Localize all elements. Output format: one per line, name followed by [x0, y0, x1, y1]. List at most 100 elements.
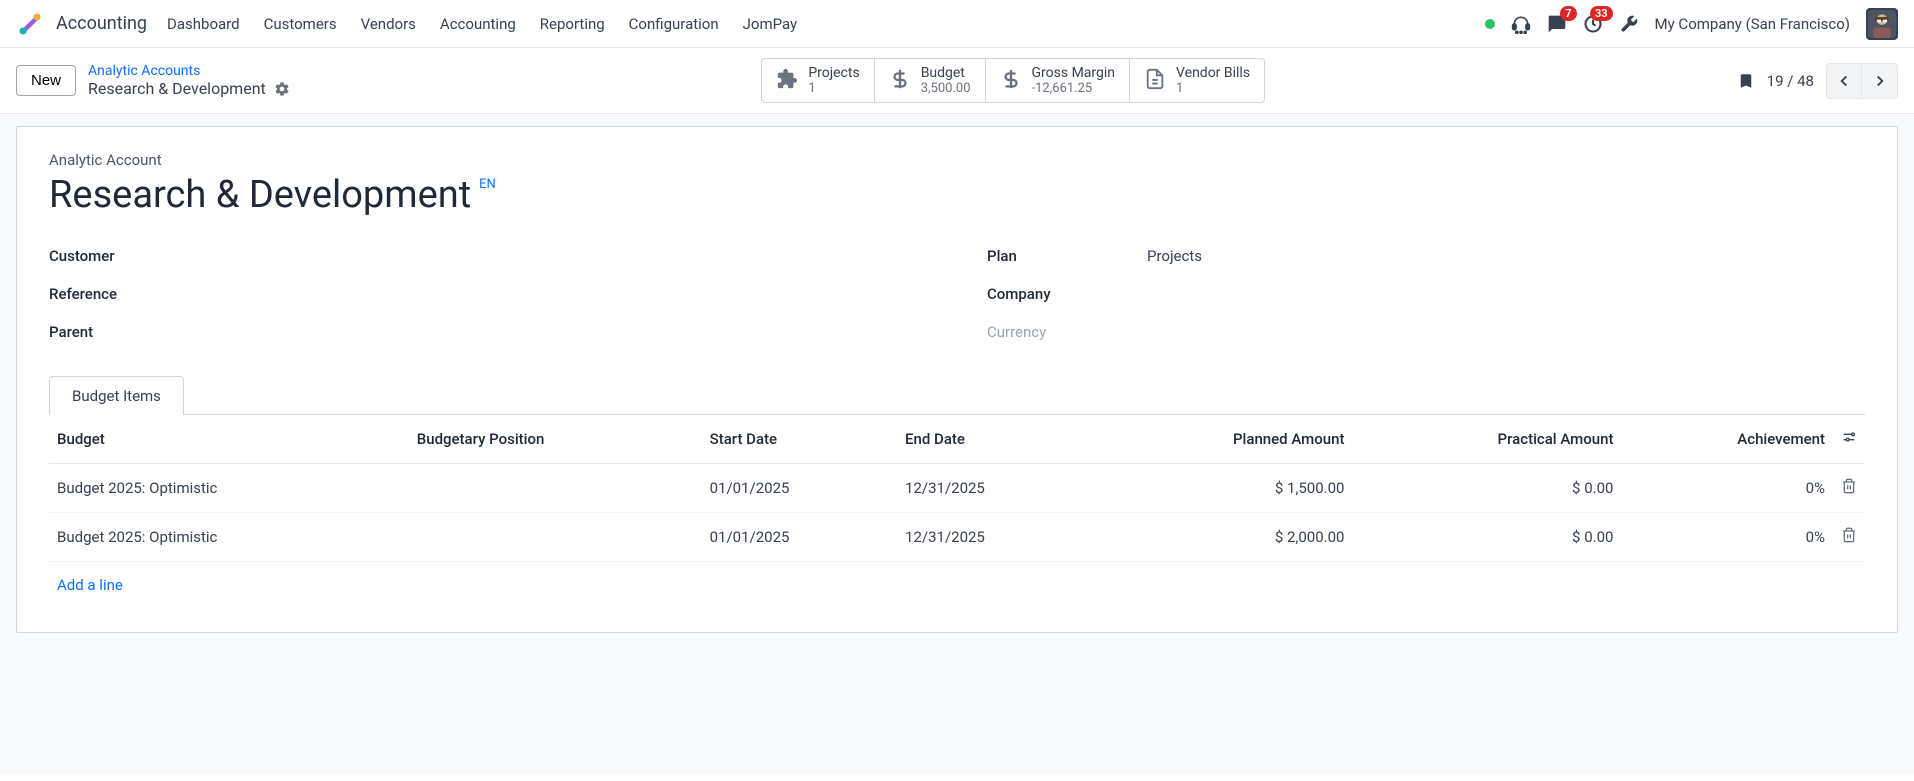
cell-planned[interactable]: $ 2,000.00: [1092, 513, 1352, 562]
budget-table: Budget Budgetary Position Start Date End…: [49, 415, 1865, 608]
sheet-background: Analytic Account Research & Development …: [0, 114, 1914, 775]
messages-icon[interactable]: 7: [1547, 14, 1567, 34]
cell-achievement[interactable]: 0%: [1621, 464, 1833, 513]
dollar-icon: [1000, 68, 1022, 94]
stat-bills-value: 1: [1176, 81, 1250, 96]
field-customer[interactable]: Customer: [49, 237, 927, 275]
nav-vendors[interactable]: Vendors: [361, 15, 416, 33]
activities-icon[interactable]: 33: [1583, 14, 1603, 34]
pager-next-button[interactable]: [1862, 63, 1898, 99]
messages-badge: 7: [1560, 6, 1576, 21]
nav-right: 7 33 My Company (San Francisco): [1485, 8, 1898, 40]
status-dot-icon[interactable]: [1485, 19, 1495, 29]
stat-margin-value: -12,661.25: [1032, 81, 1116, 96]
table-header-row: Budget Budgetary Position Start Date End…: [49, 415, 1865, 464]
new-button[interactable]: New: [16, 65, 76, 96]
cell-budget[interactable]: Budget 2025: Optimistic: [49, 513, 409, 562]
cell-end[interactable]: 12/31/2025: [897, 513, 1092, 562]
activities-badge: 33: [1590, 6, 1613, 21]
th-planned[interactable]: Planned Amount: [1092, 415, 1352, 464]
cell-position[interactable]: [409, 464, 702, 513]
field-reference-label: Reference: [49, 285, 209, 303]
dollar-icon: [889, 68, 911, 94]
field-reference[interactable]: Reference: [49, 275, 927, 313]
gear-icon[interactable]: [274, 81, 290, 97]
pager-counter[interactable]: 19 / 48: [1767, 72, 1814, 90]
field-plan-value: Projects: [1147, 247, 1202, 265]
th-start[interactable]: Start Date: [702, 415, 897, 464]
stat-projects-label: Projects: [808, 65, 859, 81]
field-currency[interactable]: Currency: [987, 313, 1865, 351]
cell-practical[interactable]: $ 0.00: [1352, 464, 1621, 513]
trash-icon[interactable]: [1841, 480, 1857, 498]
puzzle-icon: [776, 68, 798, 94]
nav-dashboard[interactable]: Dashboard: [167, 15, 240, 33]
field-company[interactable]: Company: [987, 275, 1865, 313]
th-options[interactable]: [1833, 415, 1865, 464]
stat-vendor-bills[interactable]: Vendor Bills 1: [1130, 59, 1264, 102]
th-practical[interactable]: Practical Amount: [1352, 415, 1621, 464]
cell-end[interactable]: 12/31/2025: [897, 464, 1092, 513]
stat-projects-value: 1: [808, 81, 859, 96]
language-badge[interactable]: EN: [479, 177, 496, 192]
stat-boxes: Projects 1 Budget 3,500.00 Gross Margin …: [761, 58, 1265, 103]
chevron-left-icon: [1835, 72, 1853, 90]
add-line-row[interactable]: Add a line: [49, 562, 1865, 609]
field-parent-label: Parent: [49, 323, 209, 341]
tools-icon[interactable]: [1619, 14, 1639, 34]
tab-budget-items[interactable]: Budget Items: [49, 376, 184, 415]
cell-position[interactable]: [409, 513, 702, 562]
breadcrumb-current-text: Research & Development: [88, 79, 266, 98]
section-label: Analytic Account: [49, 151, 1865, 169]
th-position[interactable]: Budgetary Position: [409, 415, 702, 464]
add-line-label[interactable]: Add a line: [49, 562, 1865, 609]
field-grid: Customer Reference Parent Plan Projects: [49, 237, 1865, 351]
bookmark-icon[interactable]: [1737, 72, 1755, 90]
user-avatar[interactable]: [1866, 8, 1898, 40]
nav-accounting[interactable]: Accounting: [440, 15, 516, 33]
table-row[interactable]: Budget 2025: Optimistic 01/01/2025 12/31…: [49, 464, 1865, 513]
stat-bills-label: Vendor Bills: [1176, 65, 1250, 81]
stat-budget-label: Budget: [921, 65, 971, 81]
support-icon[interactable]: [1511, 14, 1531, 34]
document-icon: [1144, 68, 1166, 94]
nav-configuration[interactable]: Configuration: [629, 15, 719, 33]
pager-prev-button[interactable]: [1826, 63, 1862, 99]
app-name[interactable]: Accounting: [56, 13, 147, 34]
field-plan[interactable]: Plan Projects: [987, 237, 1865, 275]
breadcrumb: Analytic Accounts Research & Development: [88, 63, 290, 98]
cell-achievement[interactable]: 0%: [1621, 513, 1833, 562]
field-customer-label: Customer: [49, 247, 209, 265]
stat-projects[interactable]: Projects 1: [762, 59, 874, 102]
stat-budget-value: 3,500.00: [921, 81, 971, 96]
field-company-label: Company: [987, 285, 1147, 303]
th-budget[interactable]: Budget: [49, 415, 409, 464]
cell-planned[interactable]: $ 1,500.00: [1092, 464, 1352, 513]
tabs: Budget Items: [49, 375, 1865, 415]
record-title-row: Research & Development EN: [49, 173, 1865, 217]
trash-icon[interactable]: [1841, 529, 1857, 547]
stat-budget[interactable]: Budget 3,500.00: [875, 59, 986, 102]
app-logo-icon: [16, 10, 44, 38]
company-switcher[interactable]: My Company (San Francisco): [1655, 15, 1850, 33]
nav-customers[interactable]: Customers: [264, 15, 337, 33]
field-currency-label: Currency: [987, 323, 1147, 341]
sliders-icon: [1841, 429, 1857, 445]
stat-margin-label: Gross Margin: [1032, 65, 1116, 81]
table-row[interactable]: Budget 2025: Optimistic 01/01/2025 12/31…: [49, 513, 1865, 562]
cell-start[interactable]: 01/01/2025: [702, 513, 897, 562]
breadcrumb-parent[interactable]: Analytic Accounts: [88, 63, 290, 79]
nav-jompay[interactable]: JomPay: [743, 15, 798, 33]
cell-practical[interactable]: $ 0.00: [1352, 513, 1621, 562]
form-sheet: Analytic Account Research & Development …: [16, 126, 1898, 633]
nav-reporting[interactable]: Reporting: [540, 15, 605, 33]
cell-budget[interactable]: Budget 2025: Optimistic: [49, 464, 409, 513]
pager: 19 / 48: [1737, 63, 1898, 99]
cell-start[interactable]: 01/01/2025: [702, 464, 897, 513]
th-end[interactable]: End Date: [897, 415, 1092, 464]
th-achievement[interactable]: Achievement: [1621, 415, 1833, 464]
field-parent[interactable]: Parent: [49, 313, 927, 351]
record-title[interactable]: Research & Development: [49, 173, 471, 217]
breadcrumb-current: Research & Development: [88, 79, 290, 98]
stat-margin[interactable]: Gross Margin -12,661.25: [986, 59, 1131, 102]
